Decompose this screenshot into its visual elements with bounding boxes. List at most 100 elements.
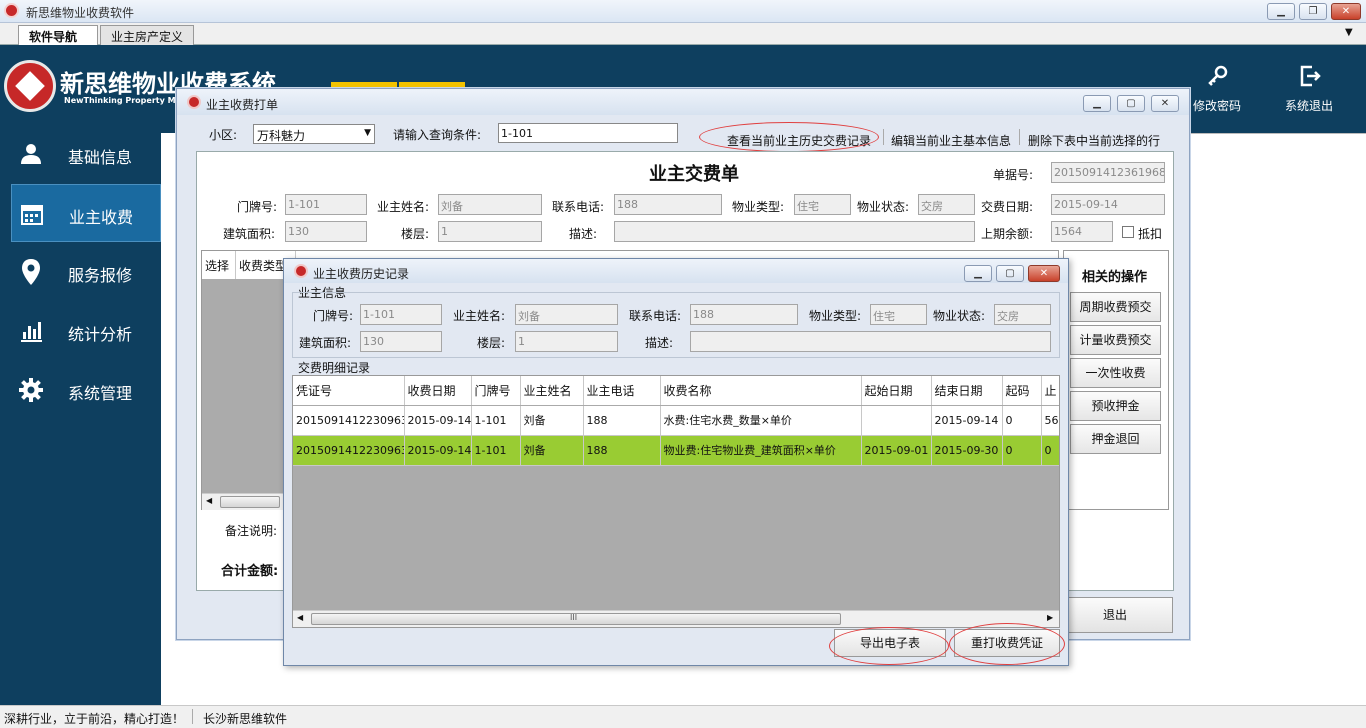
- restore-button[interactable]: ❐: [1299, 3, 1327, 20]
- column-header[interactable]: 起始日期: [861, 376, 932, 406]
- table-cell: 2015-09-01: [861, 435, 932, 466]
- scroll-left-icon[interactable]: ◀: [206, 496, 212, 505]
- history-grid-scrollbar[interactable]: ◀ III ▶: [293, 610, 1059, 627]
- status-company: 长沙新思维软件: [203, 712, 288, 726]
- bill-no-label: 单据号:: [993, 168, 1034, 182]
- periodic-prepay-button[interactable]: 周期收费预交: [1070, 292, 1161, 322]
- history-minimize-button[interactable]: ▁: [964, 265, 992, 282]
- brand-subtitle: NewThinking Property Ma: [64, 96, 181, 105]
- deposit-refund-button[interactable]: 押金退回: [1070, 424, 1161, 454]
- detail-group-label: 交费明细记录: [298, 361, 371, 375]
- floor-field: 1: [515, 331, 618, 352]
- scroll-right-icon[interactable]: ▶: [1047, 613, 1053, 622]
- system-exit-button[interactable]: 系统退出: [1285, 97, 1333, 114]
- deduct-label: 抵扣: [1138, 227, 1163, 241]
- column-header[interactable]: 收费名称: [660, 376, 862, 406]
- community-select-value: 万科魅力: [257, 129, 306, 143]
- gear-icon: [18, 377, 44, 403]
- total-label: 合计金额:: [221, 564, 279, 579]
- scroll-thumb[interactable]: [220, 496, 280, 508]
- deposit-button[interactable]: 预收押金: [1070, 391, 1161, 421]
- close-button[interactable]: ✕: [1331, 3, 1361, 20]
- column-header[interactable]: 业主姓名: [520, 376, 584, 406]
- door-field: 1-101: [360, 304, 442, 325]
- column-header[interactable]: 收费日期: [404, 376, 472, 406]
- deduct-checkbox[interactable]: [1122, 226, 1134, 238]
- calendar-icon: [19, 201, 45, 227]
- history-table: 凭证号 收费日期 门牌号 业主姓名 业主电话 收费名称 起始日期 结束日期 起码…: [293, 376, 1059, 466]
- tab-owner-property[interactable]: 业主房产定义: [100, 25, 194, 45]
- query-input[interactable]: 1-101: [498, 123, 678, 143]
- type-label: 物业类型:: [732, 200, 785, 214]
- divider: [1190, 133, 1366, 134]
- table-cell: [861, 405, 932, 436]
- change-password-button[interactable]: 修改密码: [1193, 97, 1241, 114]
- delete-row-button[interactable]: 删除下表中当前选择的行: [1028, 132, 1160, 149]
- sidebar-item-system-admin[interactable]: 系统管理: [0, 361, 161, 419]
- sidebar-item-label: 统计分析: [68, 325, 133, 344]
- history-close-button[interactable]: ✕: [1028, 265, 1060, 282]
- chevron-down-icon: ▼: [364, 128, 371, 138]
- history-header-row: 凭证号 收费日期 门牌号 业主姓名 业主电话 收费名称 起始日期 结束日期 起码…: [293, 376, 1059, 406]
- billing-window-title: 业主收费打单: [206, 98, 279, 112]
- table-cell: 2015-09-30: [931, 435, 1003, 466]
- table-cell: 刘备: [520, 405, 584, 436]
- owner-label: 业主姓名:: [377, 200, 430, 214]
- column-header[interactable]: 凭证号: [293, 376, 405, 406]
- table-row[interactable]: 20150914122309635 2015-09-14 1-101 刘备 18…: [293, 405, 1059, 436]
- sidebar-item-owner-billing[interactable]: 业主收费: [11, 184, 161, 242]
- table-cell: 1-101: [471, 405, 521, 436]
- annotation-circle: [699, 122, 879, 152]
- column-header[interactable]: 起码: [1002, 376, 1042, 406]
- community-select[interactable]: 万科魅力 ▼: [253, 124, 375, 144]
- type-field: 住宅: [870, 304, 927, 325]
- ops-panel: 相关的操作 周期收费预交 计量收费预交 一次性收费 预收押金 押金退回: [1063, 250, 1169, 510]
- pay-date-label: 交费日期:: [981, 200, 1034, 214]
- billing-close-button[interactable]: ✕: [1151, 95, 1179, 112]
- community-label: 小区:: [209, 128, 238, 142]
- table-row-selected[interactable]: 20150914122309635 2015-09-14 1-101 刘备 18…: [293, 435, 1059, 466]
- table-cell: 刘备: [520, 435, 584, 466]
- door-label: 门牌号:: [237, 200, 278, 214]
- history-maximize-button[interactable]: ▢: [996, 265, 1024, 282]
- billing-minimize-button[interactable]: ▁: [1083, 95, 1111, 112]
- close-billing-button[interactable]: 退出: [1057, 597, 1173, 633]
- chart-icon: [18, 318, 44, 344]
- scroll-thumb[interactable]: III: [311, 613, 841, 625]
- table-cell: 0: [1002, 435, 1042, 466]
- desc-field: [690, 331, 1051, 352]
- history-grid[interactable]: 凭证号 收费日期 门牌号 业主姓名 业主电话 收费名称 起始日期 结束日期 起码…: [292, 375, 1060, 628]
- minimize-button[interactable]: ▁: [1267, 3, 1295, 20]
- area-label: 建筑面积:: [223, 227, 276, 241]
- phone-label: 联系电话:: [552, 200, 605, 214]
- table-cell: 188: [583, 435, 661, 466]
- desc-label: 描述:: [569, 227, 598, 241]
- tab-navigation[interactable]: 软件导航页: [18, 25, 98, 61]
- sidebar-item-service-repair[interactable]: 服务报修: [0, 243, 161, 301]
- column-header[interactable]: 业主电话: [583, 376, 661, 406]
- billing-maximize-button[interactable]: ▢: [1117, 95, 1145, 112]
- table-cell: 56: [1041, 405, 1059, 436]
- metered-prepay-button[interactable]: 计量收费预交: [1070, 325, 1161, 355]
- tab-dropdown-icon[interactable]: ▼: [1345, 27, 1353, 38]
- sidebar-item-statistics[interactable]: 统计分析: [0, 302, 161, 360]
- column-header[interactable]: 门牌号: [471, 376, 521, 406]
- column-header[interactable]: 结束日期: [931, 376, 1003, 406]
- query-label: 请输入查询条件:: [393, 128, 482, 142]
- tab-strip: 软件导航页 业主房产定义 ▼: [0, 23, 1366, 61]
- phone-field: 188: [690, 304, 798, 325]
- one-time-charge-button[interactable]: 一次性收费: [1070, 358, 1161, 388]
- status-separator: [192, 709, 193, 724]
- table-cell: 20150914122309635: [293, 435, 405, 466]
- exit-icon[interactable]: [1290, 64, 1330, 93]
- history-window-title: 业主收费历史记录: [313, 267, 410, 281]
- pay-date-field: 2015-09-14: [1051, 194, 1165, 215]
- edit-owner-button[interactable]: 编辑当前业主基本信息: [891, 132, 1011, 149]
- scroll-left-icon[interactable]: ◀: [297, 613, 303, 622]
- sidebar-item-basic-info[interactable]: 基础信息: [0, 125, 161, 183]
- remark-label: 备注说明:: [225, 524, 278, 538]
- key-icon[interactable]: [1198, 64, 1238, 93]
- table-cell: 188: [583, 405, 661, 436]
- window-logo-icon: [294, 264, 308, 278]
- column-header[interactable]: 止: [1041, 376, 1059, 406]
